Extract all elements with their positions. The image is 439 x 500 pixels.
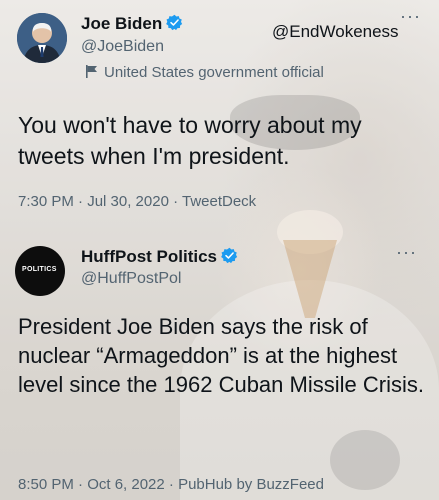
government-label: United States government official — [86, 64, 324, 81]
government-flag-icon — [86, 65, 97, 78]
display-name-text: HuffPost Politics — [81, 247, 218, 266]
government-label-text: United States government official — [104, 64, 324, 81]
verified-badge-icon — [221, 247, 238, 264]
avatar-logo-text: POLITICS — [22, 266, 57, 273]
handle[interactable]: @HuffPostPol — [81, 270, 181, 288]
avatar[interactable] — [17, 13, 67, 63]
tweet-timestamp[interactable]: 7:30 PM · Jul 30, 2020 · TweetDeck — [18, 193, 256, 210]
avatar[interactable]: POLITICS — [15, 246, 65, 296]
tweet-text: President Joe Biden says the risk of nuc… — [18, 314, 424, 397]
watermark: @EndWokeness — [272, 22, 399, 41]
more-options-icon[interactable]: ··· — [396, 242, 417, 263]
display-name-text: Joe Biden — [81, 14, 163, 33]
display-name[interactable]: HuffPost Politics — [81, 247, 238, 267]
avatar-portrait — [17, 13, 67, 63]
display-name[interactable]: Joe Biden — [81, 14, 183, 34]
handle[interactable]: @JoeBiden — [81, 38, 164, 56]
verified-badge-icon — [166, 14, 183, 31]
tweet-text: You won't have to worry about my tweets … — [18, 112, 362, 169]
tweet-timestamp[interactable]: 8:50 PM · Oct 6, 2022 · PubHub by BuzzFe… — [18, 476, 324, 493]
more-options-icon[interactable]: ··· — [400, 6, 421, 27]
